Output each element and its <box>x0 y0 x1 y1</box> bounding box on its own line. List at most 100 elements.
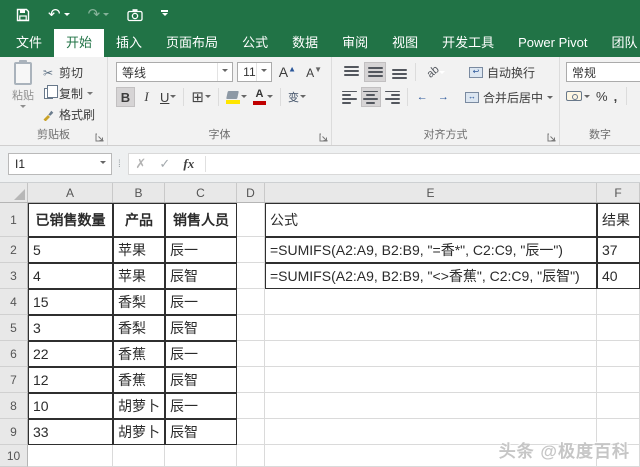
cell-A4[interactable]: 15 <box>28 289 113 315</box>
cell-E1[interactable]: 公式 <box>265 203 597 237</box>
cell-B5[interactable]: 香梨 <box>113 315 165 341</box>
cell-A2[interactable]: 5 <box>28 237 113 263</box>
cell-E6[interactable] <box>265 341 597 367</box>
cell-B1[interactable]: 产品 <box>113 203 165 237</box>
cell-C1[interactable]: 销售人员 <box>165 203 237 237</box>
row-header-1[interactable]: 1 <box>0 203 28 237</box>
cell-B6[interactable]: 香蕉 <box>113 341 165 367</box>
cell-B7[interactable]: 香蕉 <box>113 367 165 393</box>
cell-C4[interactable]: 辰一 <box>165 289 237 315</box>
cell-B3[interactable]: 苹果 <box>113 263 165 289</box>
underline-button[interactable]: U <box>158 87 178 107</box>
cell-E4[interactable] <box>265 289 597 315</box>
cell-B8[interactable]: 胡萝卜 <box>113 393 165 419</box>
cell-D6[interactable] <box>237 341 265 367</box>
formula-bar-handle[interactable]: ⁞ <box>118 159 122 170</box>
row-header-6[interactable]: 6 <box>0 341 28 367</box>
cell-F6[interactable] <box>597 341 640 367</box>
undo-button[interactable]: ↶ <box>48 7 70 22</box>
cell-F1[interactable]: 结果 <box>597 203 640 237</box>
cell-A8[interactable]: 10 <box>28 393 113 419</box>
cell-D8[interactable] <box>237 393 265 419</box>
accounting-format-button[interactable] <box>566 91 590 101</box>
name-box-dropdown-icon[interactable] <box>100 161 106 167</box>
row-header-8[interactable]: 8 <box>0 393 28 419</box>
cell-F5[interactable] <box>597 315 640 341</box>
borders-dropdown-icon[interactable] <box>204 95 211 101</box>
paste-dropdown-icon[interactable] <box>20 105 26 111</box>
tab-insert[interactable]: 插入 <box>104 29 154 57</box>
cell-C2[interactable]: 辰一 <box>165 237 237 263</box>
cell-A10[interactable] <box>28 445 113 467</box>
bottom-align-button[interactable] <box>388 62 410 82</box>
phonetic-dropdown-icon[interactable] <box>299 95 306 101</box>
redo-button[interactable]: ↷ <box>88 7 110 22</box>
tab-data[interactable]: 数据 <box>280 29 330 57</box>
enter-icon[interactable]: ✓ <box>153 156 177 172</box>
tab-file[interactable]: 文件 <box>4 29 54 57</box>
cell-B4[interactable]: 香梨 <box>113 289 165 315</box>
tab-power-pivot[interactable]: Power Pivot <box>506 29 599 57</box>
cell-E8[interactable] <box>265 393 597 419</box>
cell-F7[interactable] <box>597 367 640 393</box>
cell-D7[interactable] <box>237 367 265 393</box>
number-format-combobox[interactable]: 常规 <box>566 62 640 82</box>
cancel-icon[interactable]: ✗ <box>129 156 153 172</box>
grow-font-button[interactable]: A▲ <box>276 64 299 80</box>
cell-C5[interactable]: 辰智 <box>165 315 237 341</box>
underline-dropdown-icon[interactable] <box>170 95 177 101</box>
cell-F4[interactable] <box>597 289 640 315</box>
column-header-A[interactable]: A <box>28 183 113 202</box>
font-name-combobox[interactable]: 等线 <box>116 62 234 82</box>
cell-B2[interactable]: 苹果 <box>113 237 165 263</box>
row-header-4[interactable]: 4 <box>0 289 28 315</box>
cell-E5[interactable] <box>265 315 597 341</box>
cell-A5[interactable]: 3 <box>28 315 113 341</box>
cell-A9[interactable]: 33 <box>28 419 113 445</box>
cell-B9[interactable]: 胡萝卜 <box>113 419 165 445</box>
paste-button[interactable]: 粘贴 <box>5 60 41 128</box>
bold-button[interactable]: B <box>116 87 135 107</box>
align-center-button[interactable] <box>361 87 381 107</box>
tab-team[interactable]: 团队 <box>600 29 640 57</box>
cell-E7[interactable] <box>265 367 597 393</box>
row-header-5[interactable]: 5 <box>0 315 28 341</box>
orientation-button[interactable]: ab <box>421 62 451 82</box>
cell-C7[interactable]: 辰智 <box>165 367 237 393</box>
font-color-button[interactable]: A <box>251 87 275 107</box>
cell-C9[interactable]: 辰智 <box>165 419 237 445</box>
percent-style-button[interactable]: % <box>596 89 608 104</box>
middle-align-button[interactable] <box>364 62 386 82</box>
top-align-button[interactable] <box>340 62 362 82</box>
merge-center-button[interactable]: ↔ 合并后居中 <box>463 87 555 107</box>
camera-button[interactable] <box>127 8 143 22</box>
tab-review[interactable]: 审阅 <box>330 29 380 57</box>
italic-button[interactable]: I <box>137 87 156 107</box>
font-size-combobox[interactable]: 11 <box>237 62 272 82</box>
name-box[interactable]: I1 <box>8 153 112 175</box>
row-header-7[interactable]: 7 <box>0 367 28 393</box>
column-header-C[interactable]: C <box>165 183 237 202</box>
cell-F3[interactable]: 40 <box>597 263 640 289</box>
tab-formulas[interactable]: 公式 <box>230 29 280 57</box>
redo-dropdown-icon[interactable] <box>103 13 110 19</box>
undo-dropdown-icon[interactable] <box>63 13 70 19</box>
cell-D4[interactable] <box>237 289 265 315</box>
select-all-corner[interactable] <box>0 183 28 202</box>
cell-A3[interactable]: 4 <box>28 263 113 289</box>
cell-D10[interactable] <box>237 445 265 467</box>
copy-button[interactable]: 复制 <box>41 85 95 102</box>
column-header-E[interactable]: E <box>265 183 597 202</box>
cell-E2[interactable]: =SUMIFS(A2:A9, B2:B9, "=香*", C2:C9, "辰一"… <box>265 237 597 263</box>
cell-C8[interactable]: 辰一 <box>165 393 237 419</box>
customize-qat-button[interactable] <box>161 10 169 19</box>
cell-B10[interactable] <box>113 445 165 467</box>
align-right-button[interactable] <box>383 87 402 107</box>
increase-indent-button[interactable]: → <box>434 87 453 107</box>
cell-E3[interactable]: =SUMIFS(A2:A9, B2:B9, "<>香蕉", C2:C9, "辰智… <box>265 263 597 289</box>
cell-D2[interactable] <box>237 237 265 263</box>
comma-style-button[interactable]: , <box>614 89 618 104</box>
align-left-button[interactable] <box>340 87 359 107</box>
cell-C3[interactable]: 辰智 <box>165 263 237 289</box>
cell-D5[interactable] <box>237 315 265 341</box>
